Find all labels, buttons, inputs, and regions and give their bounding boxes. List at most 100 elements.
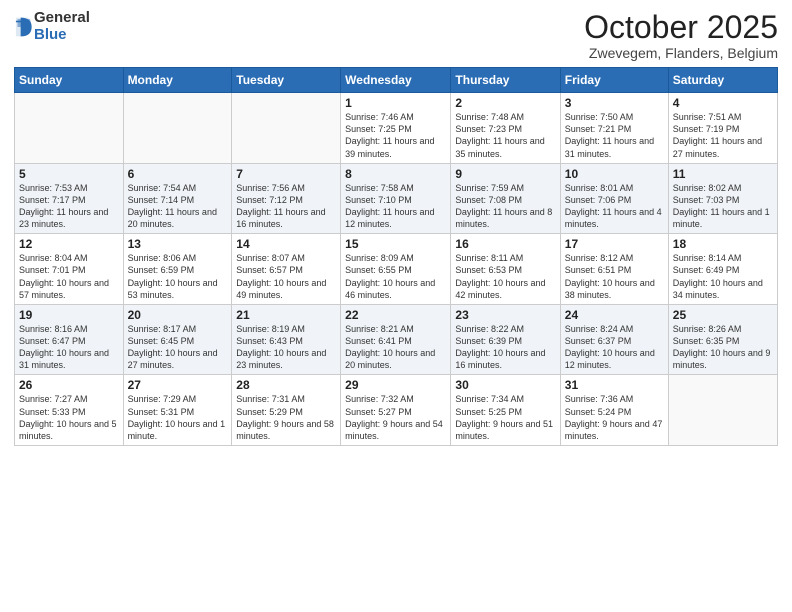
day-number: 7 <box>236 167 336 181</box>
day-number: 4 <box>673 96 773 110</box>
day-info: Sunrise: 8:24 AM Sunset: 6:37 PM Dayligh… <box>565 323 664 372</box>
day-cell: 7Sunrise: 7:56 AM Sunset: 7:12 PM Daylig… <box>232 163 341 234</box>
day-number: 29 <box>345 378 446 392</box>
day-info: Sunrise: 8:07 AM Sunset: 6:57 PM Dayligh… <box>236 252 336 301</box>
day-info: Sunrise: 7:36 AM Sunset: 5:24 PM Dayligh… <box>565 393 664 442</box>
col-wednesday: Wednesday <box>341 68 451 93</box>
day-cell: 2Sunrise: 7:48 AM Sunset: 7:23 PM Daylig… <box>451 93 560 164</box>
day-cell <box>15 93 124 164</box>
day-cell: 27Sunrise: 7:29 AM Sunset: 5:31 PM Dayli… <box>123 375 232 446</box>
logo-icon <box>14 16 32 38</box>
day-info: Sunrise: 8:01 AM Sunset: 7:06 PM Dayligh… <box>565 182 664 231</box>
day-number: 17 <box>565 237 664 251</box>
week-row-3: 19Sunrise: 8:16 AM Sunset: 6:47 PM Dayli… <box>15 304 778 375</box>
day-cell <box>232 93 341 164</box>
day-number: 28 <box>236 378 336 392</box>
day-number: 3 <box>565 96 664 110</box>
day-info: Sunrise: 7:53 AM Sunset: 7:17 PM Dayligh… <box>19 182 119 231</box>
day-cell <box>668 375 777 446</box>
day-cell: 31Sunrise: 7:36 AM Sunset: 5:24 PM Dayli… <box>560 375 668 446</box>
page: General Blue October 2025 Zwevegem, Flan… <box>0 0 792 612</box>
col-friday: Friday <box>560 68 668 93</box>
day-cell: 13Sunrise: 8:06 AM Sunset: 6:59 PM Dayli… <box>123 234 232 305</box>
day-cell: 21Sunrise: 8:19 AM Sunset: 6:43 PM Dayli… <box>232 304 341 375</box>
header: General Blue October 2025 Zwevegem, Flan… <box>14 10 778 61</box>
day-info: Sunrise: 8:26 AM Sunset: 6:35 PM Dayligh… <box>673 323 773 372</box>
week-row-1: 5Sunrise: 7:53 AM Sunset: 7:17 PM Daylig… <box>15 163 778 234</box>
logo-blue: Blue <box>34 27 90 44</box>
logo-general: General <box>34 10 90 27</box>
day-cell: 11Sunrise: 8:02 AM Sunset: 7:03 PM Dayli… <box>668 163 777 234</box>
day-cell: 12Sunrise: 8:04 AM Sunset: 7:01 PM Dayli… <box>15 234 124 305</box>
day-number: 26 <box>19 378 119 392</box>
day-cell: 28Sunrise: 7:31 AM Sunset: 5:29 PM Dayli… <box>232 375 341 446</box>
day-info: Sunrise: 7:51 AM Sunset: 7:19 PM Dayligh… <box>673 111 773 160</box>
day-info: Sunrise: 7:58 AM Sunset: 7:10 PM Dayligh… <box>345 182 446 231</box>
day-info: Sunrise: 8:06 AM Sunset: 6:59 PM Dayligh… <box>128 252 228 301</box>
day-info: Sunrise: 7:27 AM Sunset: 5:33 PM Dayligh… <box>19 393 119 442</box>
day-cell: 30Sunrise: 7:34 AM Sunset: 5:25 PM Dayli… <box>451 375 560 446</box>
col-saturday: Saturday <box>668 68 777 93</box>
day-cell: 6Sunrise: 7:54 AM Sunset: 7:14 PM Daylig… <box>123 163 232 234</box>
day-info: Sunrise: 7:29 AM Sunset: 5:31 PM Dayligh… <box>128 393 228 442</box>
day-info: Sunrise: 7:54 AM Sunset: 7:14 PM Dayligh… <box>128 182 228 231</box>
day-number: 31 <box>565 378 664 392</box>
day-info: Sunrise: 8:12 AM Sunset: 6:51 PM Dayligh… <box>565 252 664 301</box>
day-number: 14 <box>236 237 336 251</box>
day-number: 30 <box>455 378 555 392</box>
day-cell: 18Sunrise: 8:14 AM Sunset: 6:49 PM Dayli… <box>668 234 777 305</box>
day-cell: 5Sunrise: 7:53 AM Sunset: 7:17 PM Daylig… <box>15 163 124 234</box>
day-number: 25 <box>673 308 773 322</box>
day-cell: 14Sunrise: 8:07 AM Sunset: 6:57 PM Dayli… <box>232 234 341 305</box>
week-row-0: 1Sunrise: 7:46 AM Sunset: 7:25 PM Daylig… <box>15 93 778 164</box>
day-cell: 26Sunrise: 7:27 AM Sunset: 5:33 PM Dayli… <box>15 375 124 446</box>
calendar: Sunday Monday Tuesday Wednesday Thursday… <box>14 67 778 446</box>
header-row: Sunday Monday Tuesday Wednesday Thursday… <box>15 68 778 93</box>
day-number: 22 <box>345 308 446 322</box>
subtitle: Zwevegem, Flanders, Belgium <box>584 45 778 61</box>
col-tuesday: Tuesday <box>232 68 341 93</box>
day-info: Sunrise: 8:17 AM Sunset: 6:45 PM Dayligh… <box>128 323 228 372</box>
day-info: Sunrise: 8:11 AM Sunset: 6:53 PM Dayligh… <box>455 252 555 301</box>
day-cell: 24Sunrise: 8:24 AM Sunset: 6:37 PM Dayli… <box>560 304 668 375</box>
day-info: Sunrise: 7:46 AM Sunset: 7:25 PM Dayligh… <box>345 111 446 160</box>
col-monday: Monday <box>123 68 232 93</box>
day-cell: 25Sunrise: 8:26 AM Sunset: 6:35 PM Dayli… <box>668 304 777 375</box>
day-info: Sunrise: 8:14 AM Sunset: 6:49 PM Dayligh… <box>673 252 773 301</box>
day-info: Sunrise: 8:16 AM Sunset: 6:47 PM Dayligh… <box>19 323 119 372</box>
col-sunday: Sunday <box>15 68 124 93</box>
day-info: Sunrise: 8:02 AM Sunset: 7:03 PM Dayligh… <box>673 182 773 231</box>
day-cell: 1Sunrise: 7:46 AM Sunset: 7:25 PM Daylig… <box>341 93 451 164</box>
day-cell: 20Sunrise: 8:17 AM Sunset: 6:45 PM Dayli… <box>123 304 232 375</box>
day-cell: 10Sunrise: 8:01 AM Sunset: 7:06 PM Dayli… <box>560 163 668 234</box>
day-number: 18 <box>673 237 773 251</box>
day-info: Sunrise: 7:59 AM Sunset: 7:08 PM Dayligh… <box>455 182 555 231</box>
day-number: 5 <box>19 167 119 181</box>
day-info: Sunrise: 7:56 AM Sunset: 7:12 PM Dayligh… <box>236 182 336 231</box>
day-number: 10 <box>565 167 664 181</box>
day-info: Sunrise: 8:21 AM Sunset: 6:41 PM Dayligh… <box>345 323 446 372</box>
main-title: October 2025 <box>584 10 778 45</box>
day-cell <box>123 93 232 164</box>
logo: General Blue <box>14 10 90 43</box>
day-number: 16 <box>455 237 555 251</box>
day-info: Sunrise: 7:50 AM Sunset: 7:21 PM Dayligh… <box>565 111 664 160</box>
day-info: Sunrise: 7:32 AM Sunset: 5:27 PM Dayligh… <box>345 393 446 442</box>
day-number: 20 <box>128 308 228 322</box>
day-number: 11 <box>673 167 773 181</box>
day-number: 23 <box>455 308 555 322</box>
day-info: Sunrise: 7:31 AM Sunset: 5:29 PM Dayligh… <box>236 393 336 442</box>
day-number: 24 <box>565 308 664 322</box>
day-cell: 16Sunrise: 8:11 AM Sunset: 6:53 PM Dayli… <box>451 234 560 305</box>
day-info: Sunrise: 8:19 AM Sunset: 6:43 PM Dayligh… <box>236 323 336 372</box>
day-cell: 19Sunrise: 8:16 AM Sunset: 6:47 PM Dayli… <box>15 304 124 375</box>
day-info: Sunrise: 8:22 AM Sunset: 6:39 PM Dayligh… <box>455 323 555 372</box>
day-cell: 29Sunrise: 7:32 AM Sunset: 5:27 PM Dayli… <box>341 375 451 446</box>
day-cell: 3Sunrise: 7:50 AM Sunset: 7:21 PM Daylig… <box>560 93 668 164</box>
day-number: 2 <box>455 96 555 110</box>
day-number: 21 <box>236 308 336 322</box>
day-cell: 15Sunrise: 8:09 AM Sunset: 6:55 PM Dayli… <box>341 234 451 305</box>
day-number: 12 <box>19 237 119 251</box>
day-number: 1 <box>345 96 446 110</box>
day-info: Sunrise: 7:48 AM Sunset: 7:23 PM Dayligh… <box>455 111 555 160</box>
